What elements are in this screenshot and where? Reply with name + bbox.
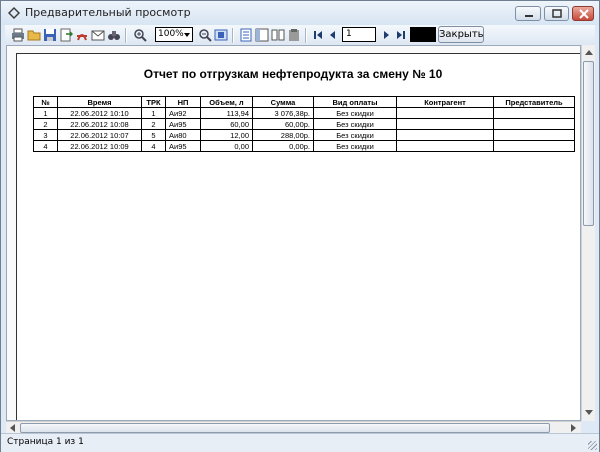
table-cell: 4 xyxy=(141,140,166,152)
close-window-button[interactable] xyxy=(572,6,594,21)
column-header: Контрагент xyxy=(396,96,494,108)
print-icon[interactable] xyxy=(11,28,25,42)
table-cell: 60,00 xyxy=(200,118,253,130)
table-cell xyxy=(493,118,575,130)
table-cell: 3 xyxy=(33,129,58,141)
column-header: Сумма xyxy=(252,96,314,108)
column-header: Вид оплаты xyxy=(313,96,397,108)
report-table: № Время ТРК НП Объем, л Сумма Вид оплаты… xyxy=(33,96,575,152)
next-page-icon[interactable] xyxy=(379,28,393,42)
table-cell xyxy=(396,118,494,130)
table-cell: Аи95 xyxy=(165,118,201,130)
table-cell: 22.06.2012 10:08 xyxy=(57,118,142,130)
edit-icon[interactable] xyxy=(287,28,301,42)
thumbnails-icon[interactable] xyxy=(271,28,285,42)
table-cell: 60,00р. xyxy=(252,118,314,130)
table-cell: 1 xyxy=(33,107,58,119)
toolbar-separator xyxy=(232,28,234,43)
table-cell: 3 076,38р. xyxy=(252,107,314,119)
report-page: Отчет по отгрузкам нефтепродукта за смен… xyxy=(16,53,580,420)
table-cell: 22.06.2012 10:07 xyxy=(57,129,142,141)
table-cell: 2 xyxy=(141,118,166,130)
toolbar: 100% 1 Закрыть xyxy=(5,25,595,45)
table-cell: Без скидки xyxy=(313,140,397,152)
table-cell: 1 xyxy=(141,107,166,119)
table-cell: 5 xyxy=(141,129,166,141)
column-header: НП xyxy=(165,96,201,108)
page-setup-icon[interactable] xyxy=(239,28,253,42)
horizontal-scroll-thumb[interactable] xyxy=(20,423,550,433)
find-icon[interactable] xyxy=(107,28,121,42)
table-cell: Без скидки xyxy=(313,129,397,141)
scroll-left-icon[interactable] xyxy=(10,424,15,432)
toolbar-separator xyxy=(305,28,307,43)
outline-icon[interactable] xyxy=(255,28,269,42)
page-count-status: Страница 1 из 1 xyxy=(7,437,84,447)
window-title: Предварительный просмотр xyxy=(25,6,191,19)
table-cell: 2 xyxy=(33,118,58,130)
last-page-icon[interactable] xyxy=(394,28,408,42)
table-cell: Аи92 xyxy=(165,107,201,119)
column-header: Время xyxy=(57,96,142,108)
report-title: Отчет по отгрузкам нефтепродукта за смен… xyxy=(143,67,443,81)
table-cell: 4 xyxy=(33,140,58,152)
scroll-right-icon[interactable] xyxy=(571,424,576,432)
zoom-value: 100% xyxy=(158,29,184,39)
app-icon xyxy=(8,7,20,19)
email-icon[interactable] xyxy=(91,28,105,42)
table-row: 2 22.06.2012 10:08 2 Аи95 60,00 60,00р. … xyxy=(33,118,575,130)
table-cell: Без скидки xyxy=(313,118,397,130)
zoom-icon[interactable] xyxy=(133,28,147,42)
minimize-button[interactable] xyxy=(515,6,541,21)
table-cell: Без скидки xyxy=(313,107,397,119)
title-bar: Предварительный просмотр xyxy=(1,1,599,25)
table-cell xyxy=(396,140,494,152)
table-cell xyxy=(493,129,575,141)
table-cell: 288,00р. xyxy=(252,129,314,141)
preview-area: Отчет по отгрузкам нефтепродукта за смен… xyxy=(6,45,581,421)
preview-window: Предварительный просмотр 100% 1 Закрыть … xyxy=(0,0,600,452)
table-cell: Аи95 xyxy=(165,140,201,152)
table-cell: 22.06.2012 10:09 xyxy=(57,140,142,152)
table-cell: 113,94 xyxy=(200,107,253,119)
vertical-scrollbar[interactable] xyxy=(581,45,595,421)
table-row: 4 22.06.2012 10:09 4 Аи95 0,00 0,00р. Бе… xyxy=(33,140,575,152)
table-header-row: № Время ТРК НП Объем, л Сумма Вид оплаты… xyxy=(33,96,575,108)
column-header: Объем, л xyxy=(200,96,253,108)
column-header: Представитель xyxy=(493,96,575,108)
column-header: ТРК xyxy=(141,96,166,108)
table-row: 3 22.06.2012 10:07 5 Аи80 12,00 288,00р.… xyxy=(33,129,575,141)
table-cell: 0,00 xyxy=(200,140,253,152)
table-cell: 22.06.2012 10:10 xyxy=(57,107,142,119)
save-icon[interactable] xyxy=(43,28,57,42)
column-header: № xyxy=(33,96,58,108)
chevron-down-icon xyxy=(184,33,190,37)
scroll-up-icon[interactable] xyxy=(585,50,593,55)
table-cell xyxy=(493,140,575,152)
close-button[interactable]: Закрыть xyxy=(438,26,484,43)
status-bar: Страница 1 из 1 xyxy=(1,433,599,452)
table-cell xyxy=(396,107,494,119)
table-cell xyxy=(493,107,575,119)
open-folder-icon[interactable] xyxy=(27,28,41,42)
table-cell: 12,00 xyxy=(200,129,253,141)
prev-page-icon[interactable] xyxy=(326,28,340,42)
table-row: 1 22.06.2012 10:10 1 Аи92 113,94 3 076,3… xyxy=(33,107,575,119)
vertical-scroll-thumb[interactable] xyxy=(583,61,594,226)
zoom-select[interactable]: 100% xyxy=(155,27,193,42)
fit-page-icon[interactable] xyxy=(214,28,228,42)
toolbar-separator xyxy=(125,28,127,43)
maximize-button[interactable] xyxy=(544,6,569,21)
first-page-icon[interactable] xyxy=(311,28,325,42)
resize-grip-icon[interactable] xyxy=(588,441,597,450)
scroll-down-icon[interactable] xyxy=(585,410,593,415)
table-cell xyxy=(396,129,494,141)
export-icon[interactable] xyxy=(59,28,73,42)
pdf-icon[interactable] xyxy=(75,28,89,42)
table-cell: 0,00р. xyxy=(252,140,314,152)
zoom-out-icon[interactable] xyxy=(198,28,212,42)
color-box[interactable] xyxy=(410,27,436,42)
table-cell: Аи80 xyxy=(165,129,201,141)
page-number-input[interactable]: 1 xyxy=(342,27,376,42)
